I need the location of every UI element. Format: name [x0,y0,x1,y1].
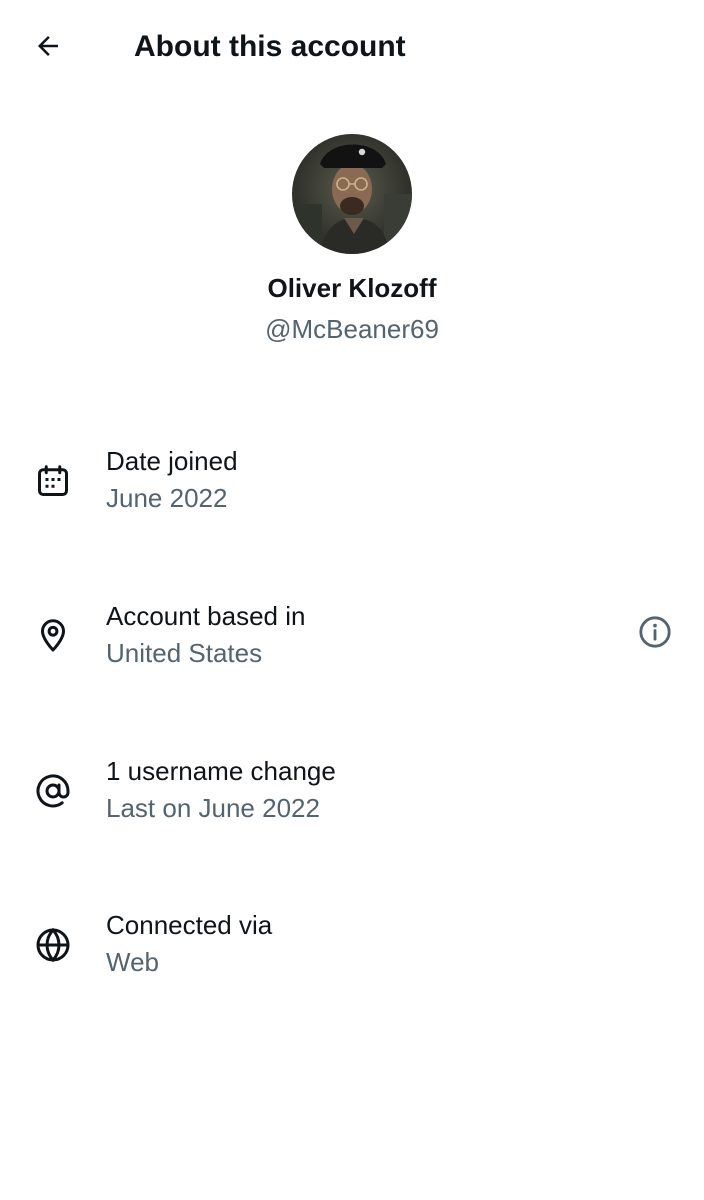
globe-icon [31,923,75,967]
profile-photo [292,134,412,254]
date-joined-value: June 2022 [106,483,228,513]
account-location-value: United States [106,638,263,668]
username-change-row: 1 username change Last on June 2022 [0,750,704,850]
date-joined-row: Date joined June 2022 [0,440,704,540]
at-sign-icon [31,769,75,813]
display-name: Oliver Klozoff [267,273,437,303]
date-joined-label: Date joined [106,446,238,476]
username-handle: @McBeaner69 [265,314,439,344]
avatar[interactable] [292,134,412,254]
account-location-label: Account based in [106,601,306,631]
arrow-left-icon [33,31,63,66]
connected-via-value: Web [106,947,159,977]
connected-via-label: Connected via [106,910,273,940]
location-pin-icon [31,613,75,657]
page-title: About this account [134,30,406,63]
info-icon [638,615,672,654]
info-button[interactable] [633,612,677,656]
username-change-label: 1 username change [106,756,336,786]
back-button[interactable] [22,22,74,74]
top-bar: About this account [0,0,704,96]
username-change-value: Last on June 2022 [106,793,320,823]
calendar-icon [31,459,75,503]
connected-via-row: Connected via Web [0,904,704,1004]
account-location-row: Account based in United States [0,595,704,695]
